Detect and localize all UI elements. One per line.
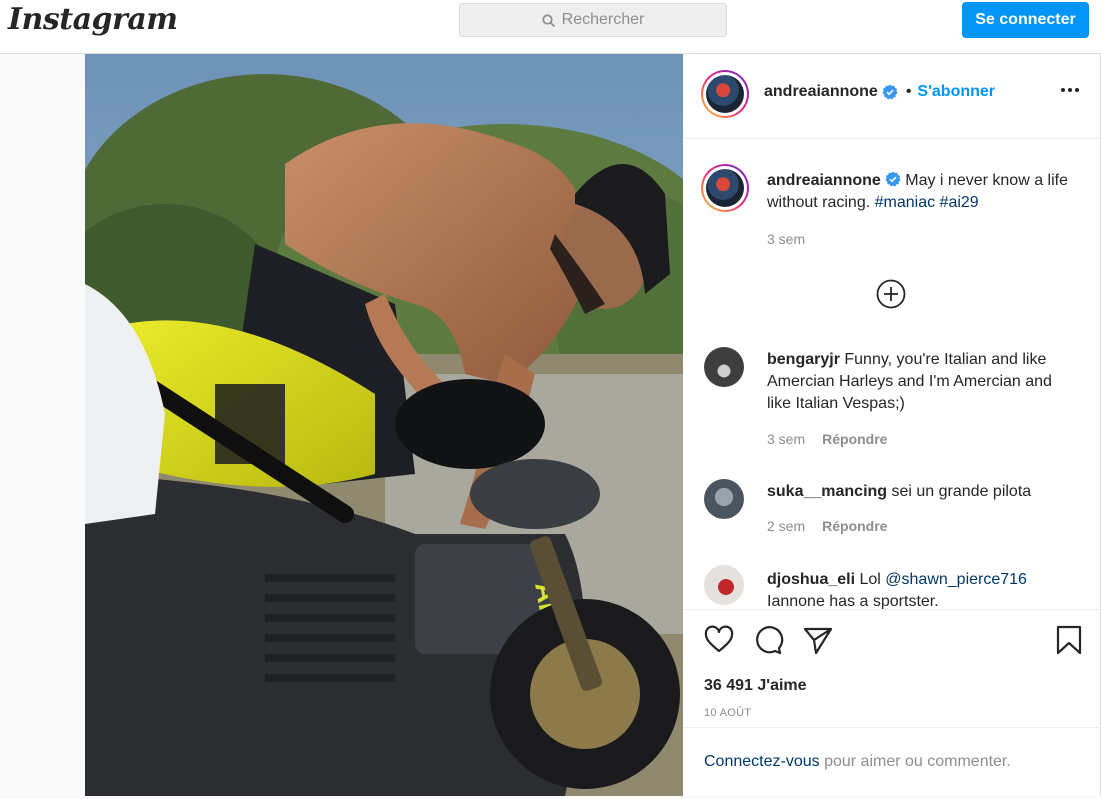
follow-button[interactable]: S'abonner — [917, 83, 995, 101]
comment-body-continued: Iannone has a sportster. — [767, 593, 939, 609]
comment-time: 2 sem — [767, 518, 806, 534]
post-photo[interactable]: AI29 — [85, 54, 683, 796]
search-icon — [542, 13, 555, 27]
commenter-username[interactable]: suka__mancing — [767, 483, 887, 500]
mention-link[interactable]: @shawn_pierce716 — [885, 571, 1027, 588]
more-options-icon[interactable] — [1061, 88, 1079, 92]
login-link[interactable]: Connectez-vous — [704, 753, 820, 770]
caption-avatar[interactable] — [701, 164, 749, 212]
reply-button[interactable]: Répondre — [822, 518, 887, 534]
caption-time: 3 sem — [767, 231, 806, 247]
post-details-panel: andreaiannone • S'abonner andreaiannone … — [683, 54, 1101, 796]
comments-list[interactable]: andreaiannone May i never know a life wi… — [683, 139, 1101, 609]
caption-username[interactable]: andreaiannone — [767, 172, 881, 189]
comment-meta: 3 sem Répondre — [767, 431, 887, 447]
hashtag-link[interactable]: #ai29 — [940, 194, 979, 211]
comment-time: 3 sem — [767, 431, 806, 447]
comment-text: suka__mancing sei un grande pilota — [767, 481, 1077, 503]
post-date: 10 AOÛT — [704, 707, 752, 719]
comment-text: djoshua_eli Lol @shawn_pierce716 Iannone… — [767, 569, 1077, 609]
like-count[interactable]: 36 491 J'aime — [704, 677, 807, 695]
caption-meta: 3 sem — [767, 231, 805, 247]
verified-badge-icon — [882, 84, 898, 100]
bookmark-save-icon[interactable] — [1053, 624, 1085, 656]
comment-body: Lol — [855, 571, 886, 588]
hashtag-link[interactable]: #maniac — [875, 194, 935, 211]
reply-button[interactable]: Répondre — [822, 431, 887, 447]
comment-text: bengaryjr Funny, you're Italian and like… — [767, 349, 1077, 415]
login-button[interactable]: Se connecter — [962, 2, 1089, 38]
commenter-avatar[interactable] — [704, 565, 744, 605]
comment-body: sei un grande pilota — [887, 483, 1032, 500]
separator-dot: • — [905, 83, 912, 100]
search-input[interactable]: Rechercher — [459, 3, 727, 37]
author-username[interactable]: andreaiannone — [764, 83, 878, 101]
commenter-avatar[interactable] — [704, 347, 744, 387]
commenter-username[interactable]: bengaryjr — [767, 351, 840, 368]
top-navigation-bar: Instagram Rechercher Se connecter — [0, 0, 1101, 54]
comment-bubble-icon[interactable] — [752, 624, 784, 656]
login-prompt: Connectez-vous pour aimer ou commenter. — [683, 727, 1101, 796]
post-actions: 36 491 J'aime 10 AOÛT — [683, 609, 1101, 727]
load-more-comments-icon[interactable] — [876, 279, 906, 309]
author-avatar[interactable] — [701, 70, 749, 118]
login-prompt-text: pour aimer ou commenter. — [819, 753, 1011, 770]
instagram-logo[interactable]: Instagram — [8, 2, 178, 37]
verified-badge-icon — [885, 171, 901, 187]
commenter-avatar[interactable] — [704, 479, 744, 519]
post-header: andreaiannone • S'abonner — [683, 54, 1101, 139]
search-placeholder: Rechercher — [561, 11, 645, 28]
caption-text: andreaiannone May i never know a life wi… — [767, 170, 1077, 214]
share-send-icon[interactable] — [802, 624, 834, 656]
comment-meta: 2 sem Répondre — [767, 518, 887, 534]
commenter-username[interactable]: djoshua_eli — [767, 571, 855, 588]
like-heart-icon[interactable] — [703, 624, 735, 656]
